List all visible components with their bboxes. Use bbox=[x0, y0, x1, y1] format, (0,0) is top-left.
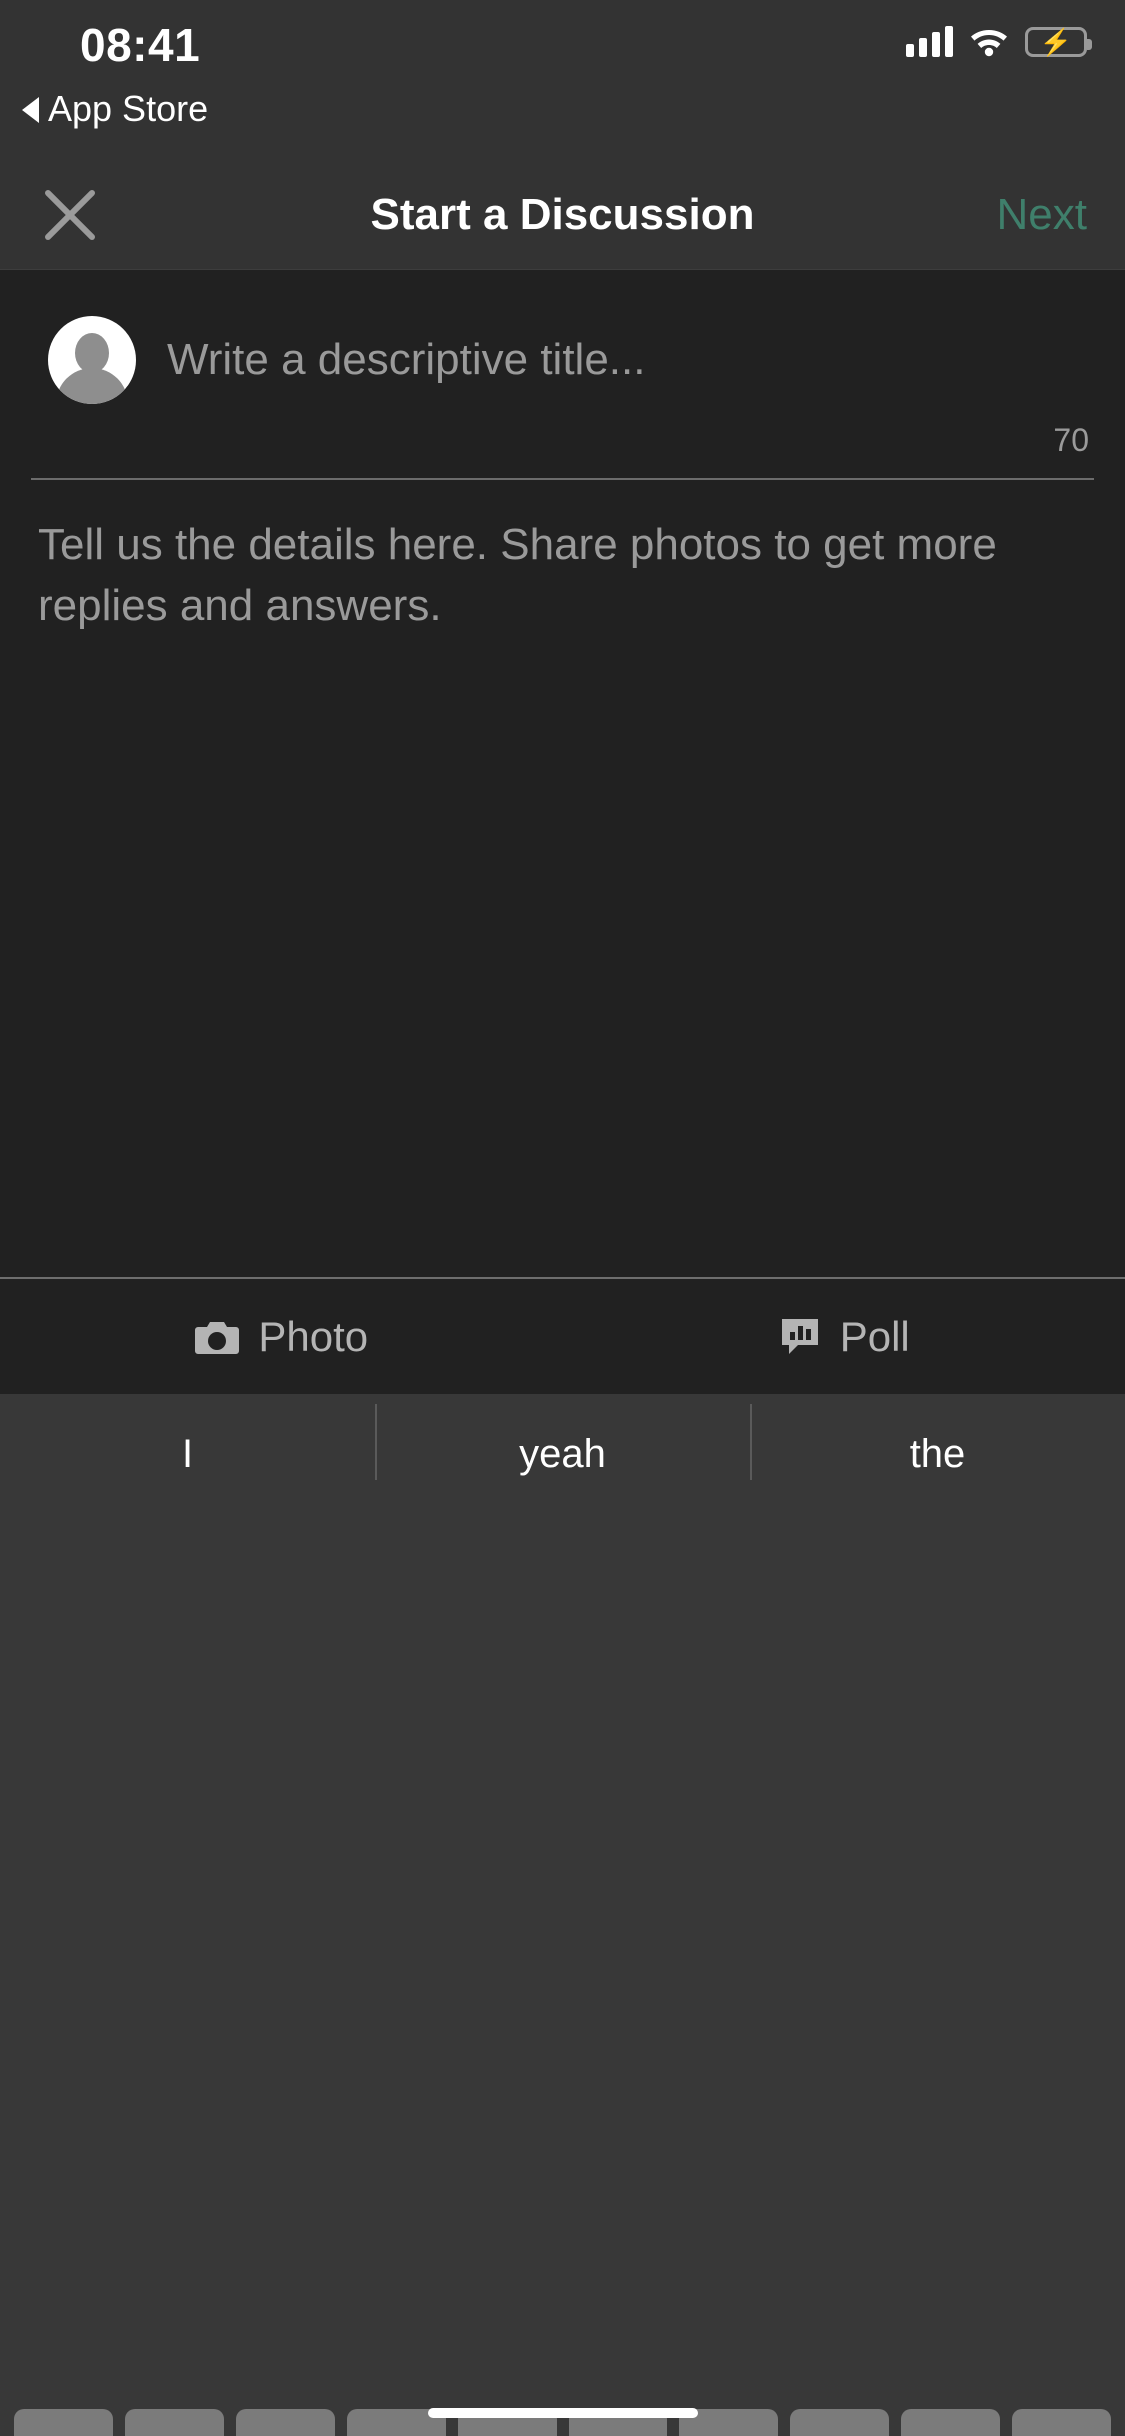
add-poll-label: Poll bbox=[839, 1312, 910, 1360]
key-i[interactable]: i bbox=[790, 2409, 890, 2436]
on-screen-keyboard: I yeah the q w e r t y u i o p a s d f g… bbox=[0, 1394, 1125, 2436]
key-q[interactable]: q bbox=[14, 2409, 113, 2436]
discussion-composer: Write a descriptive title... 70 Tell us … bbox=[0, 270, 1125, 1277]
key-o[interactable]: o bbox=[901, 2409, 1001, 2436]
status-icon-group: ⚡ bbox=[906, 25, 1092, 57]
cellular-signal-icon bbox=[906, 25, 953, 57]
battery-charging-icon: ⚡ bbox=[1025, 26, 1092, 57]
camera-icon bbox=[194, 1318, 240, 1356]
suggestion-item[interactable]: the bbox=[750, 1403, 1125, 1480]
predictive-suggestion-bar: I yeah the bbox=[0, 1394, 1125, 1514]
wifi-icon bbox=[969, 26, 1009, 57]
suggestion-item[interactable]: yeah bbox=[375, 1403, 750, 1480]
key-w[interactable]: w bbox=[124, 2409, 224, 2436]
body-input[interactable]: Tell us the details here. Share photos t… bbox=[38, 515, 1088, 636]
add-poll-button[interactable]: Poll bbox=[563, 1279, 1125, 1394]
suggestion-item[interactable]: I bbox=[0, 1432, 375, 1477]
phone-screen: 08:41 App Store ⚡ Start a Discussion Nex… bbox=[0, 0, 1125, 2436]
attachment-toolbar: Photo Poll bbox=[0, 1277, 1125, 1394]
home-indicator[interactable] bbox=[427, 2408, 698, 2418]
status-time: 08:41 bbox=[80, 19, 201, 71]
title-row: Write a descriptive title... bbox=[0, 305, 1125, 415]
poll-chart-bubble-icon bbox=[778, 1315, 822, 1359]
default-user-avatar-icon bbox=[48, 316, 136, 404]
title-divider bbox=[31, 478, 1094, 480]
page-title: Start a Discussion bbox=[370, 189, 755, 239]
character-counter: 70 bbox=[1053, 422, 1089, 458]
next-button[interactable]: Next bbox=[997, 190, 1087, 240]
add-photo-button[interactable]: Photo bbox=[0, 1279, 563, 1394]
key-p[interactable]: p bbox=[1012, 2409, 1112, 2436]
back-triangle-icon bbox=[22, 96, 39, 123]
back-to-app-store-link[interactable]: App Store bbox=[22, 88, 208, 130]
title-input[interactable]: Write a descriptive title... bbox=[167, 335, 645, 385]
status-bar: 08:41 App Store ⚡ bbox=[0, 0, 1125, 160]
add-photo-label: Photo bbox=[258, 1312, 369, 1360]
navigation-bar: Start a Discussion Next bbox=[0, 160, 1125, 270]
back-label: App Store bbox=[48, 88, 209, 129]
key-e[interactable]: e bbox=[235, 2409, 335, 2436]
